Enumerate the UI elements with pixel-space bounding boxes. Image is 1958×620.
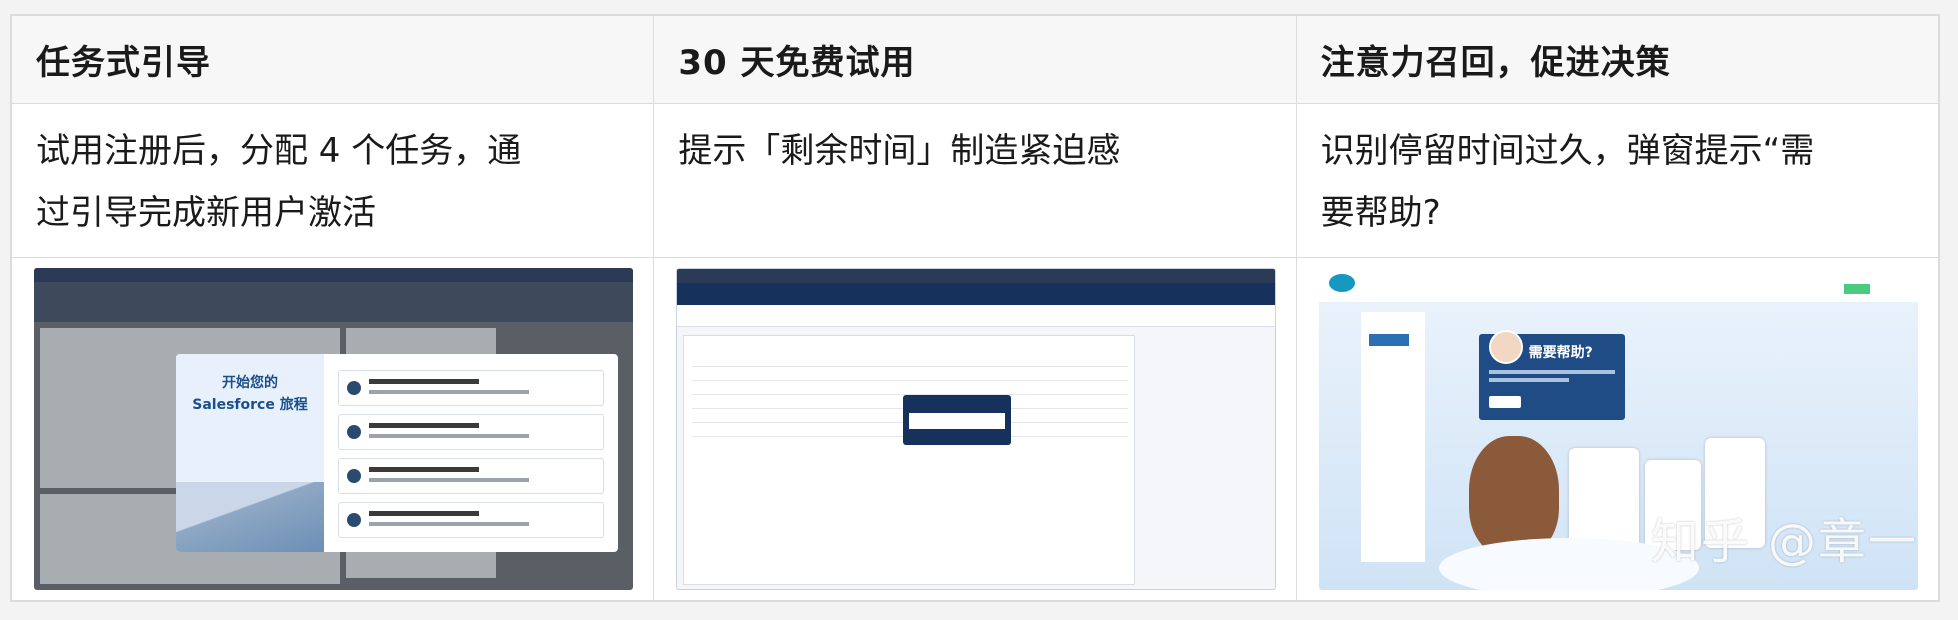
popover-body — [909, 413, 1006, 429]
help-dialog: 需要帮助? — [1478, 330, 1625, 420]
onboarding-modal: 开始您的 Salesforce 旅程 — [176, 354, 618, 552]
comparison-table: 任务式引导 30 天免费试用 注意力召回，促进决策 试用注册后，分配 4 个任务… — [10, 14, 1940, 602]
task-item[interactable] — [338, 458, 604, 494]
header-row: 任务式引导 30 天免费试用 注意力召回，促进决策 — [10, 15, 1940, 104]
salesforce-logo-icon — [1328, 274, 1355, 292]
task-item[interactable] — [338, 502, 604, 538]
task-item[interactable] — [338, 370, 604, 406]
app-nav — [677, 305, 1275, 327]
help-dialog-text — [1488, 370, 1615, 374]
app-nav — [34, 282, 634, 322]
screenshot-row: 开始您的 Salesforce 旅程 需要帮助? 知乎 @章一 — [10, 257, 1940, 601]
app-header — [677, 283, 1275, 305]
screenshot-task-guide: 开始您的 Salesforce 旅程 — [34, 268, 634, 590]
desc-1-line-1: 试用注册后，分配 4 个任务，通 — [36, 131, 522, 171]
screenshot-cell-1: 开始您的 Salesforce 旅程 — [10, 257, 655, 601]
trial-remaining-banner — [677, 269, 1275, 283]
header-free-trial: 30 天免费试用 — [678, 43, 916, 83]
avatar — [1488, 330, 1523, 364]
header-task-guide: 任务式引导 — [36, 43, 211, 83]
header-attention-recall: 注意力召回，促进决策 — [1320, 43, 1671, 83]
header-cell-3: 注意力召回，促进决策 — [1295, 15, 1940, 104]
screenshot-free-trial — [676, 268, 1276, 590]
desc-1-line-2: 过引导完成新用户激活 — [36, 193, 376, 233]
modal-title-line-2: Salesforce 旅程 — [192, 397, 308, 413]
desc-3-line-2: 要帮助? — [1320, 193, 1441, 233]
modal-left: 开始您的 Salesforce 旅程 — [176, 354, 324, 552]
modal-title-line-1: 开始您的 — [222, 375, 278, 391]
header-cell-1: 任务式引导 — [10, 15, 655, 104]
task-icon — [347, 513, 361, 527]
device-card — [1568, 448, 1639, 548]
help-dialog-title: 需要帮助? — [1528, 345, 1593, 361]
browser-bar — [34, 268, 634, 282]
task-icon — [347, 469, 361, 483]
guide-popover — [903, 395, 1012, 445]
task-icon — [347, 381, 361, 395]
task-icon — [347, 425, 361, 439]
screenshot-attention-recall: 需要帮助? 知乎 @章一 — [1318, 268, 1918, 590]
contact-button[interactable] — [1488, 396, 1521, 408]
table-row — [692, 366, 1129, 367]
task-item[interactable] — [338, 414, 604, 450]
desc-2-line-1: 提示「剩余时间」制造紧迫感 — [678, 131, 1121, 171]
mountain-illustration — [176, 482, 324, 552]
desc-3-line-1: 识别停留时间过久，弹窗提示“需 — [1320, 131, 1815, 171]
watermark: 知乎 @章一 — [1650, 514, 1918, 570]
table-row — [692, 380, 1129, 381]
desc-cell-2: 提示「剩余时间」制造紧迫感 — [653, 103, 1297, 258]
screenshot-cell-2 — [653, 257, 1297, 601]
desc-cell-1: 试用注册后，分配 4 个任务，通 过引导完成新用户激活 — [10, 103, 655, 258]
free-trial-button[interactable] — [1844, 284, 1870, 294]
header-cell-2: 30 天免费试用 — [653, 15, 1297, 104]
description-row: 试用注册后，分配 4 个任务，通 过引导完成新用户激活 提示「剩余时间」制造紧迫… — [10, 103, 1940, 258]
desc-cell-3: 识别停留时间过久，弹窗提示“需 要帮助? — [1295, 103, 1940, 258]
screenshot-cell-3: 需要帮助? 知乎 @章一 — [1295, 257, 1940, 601]
list-view — [683, 335, 1136, 585]
side-menu — [1360, 312, 1425, 562]
help-dialog-text — [1488, 378, 1569, 382]
